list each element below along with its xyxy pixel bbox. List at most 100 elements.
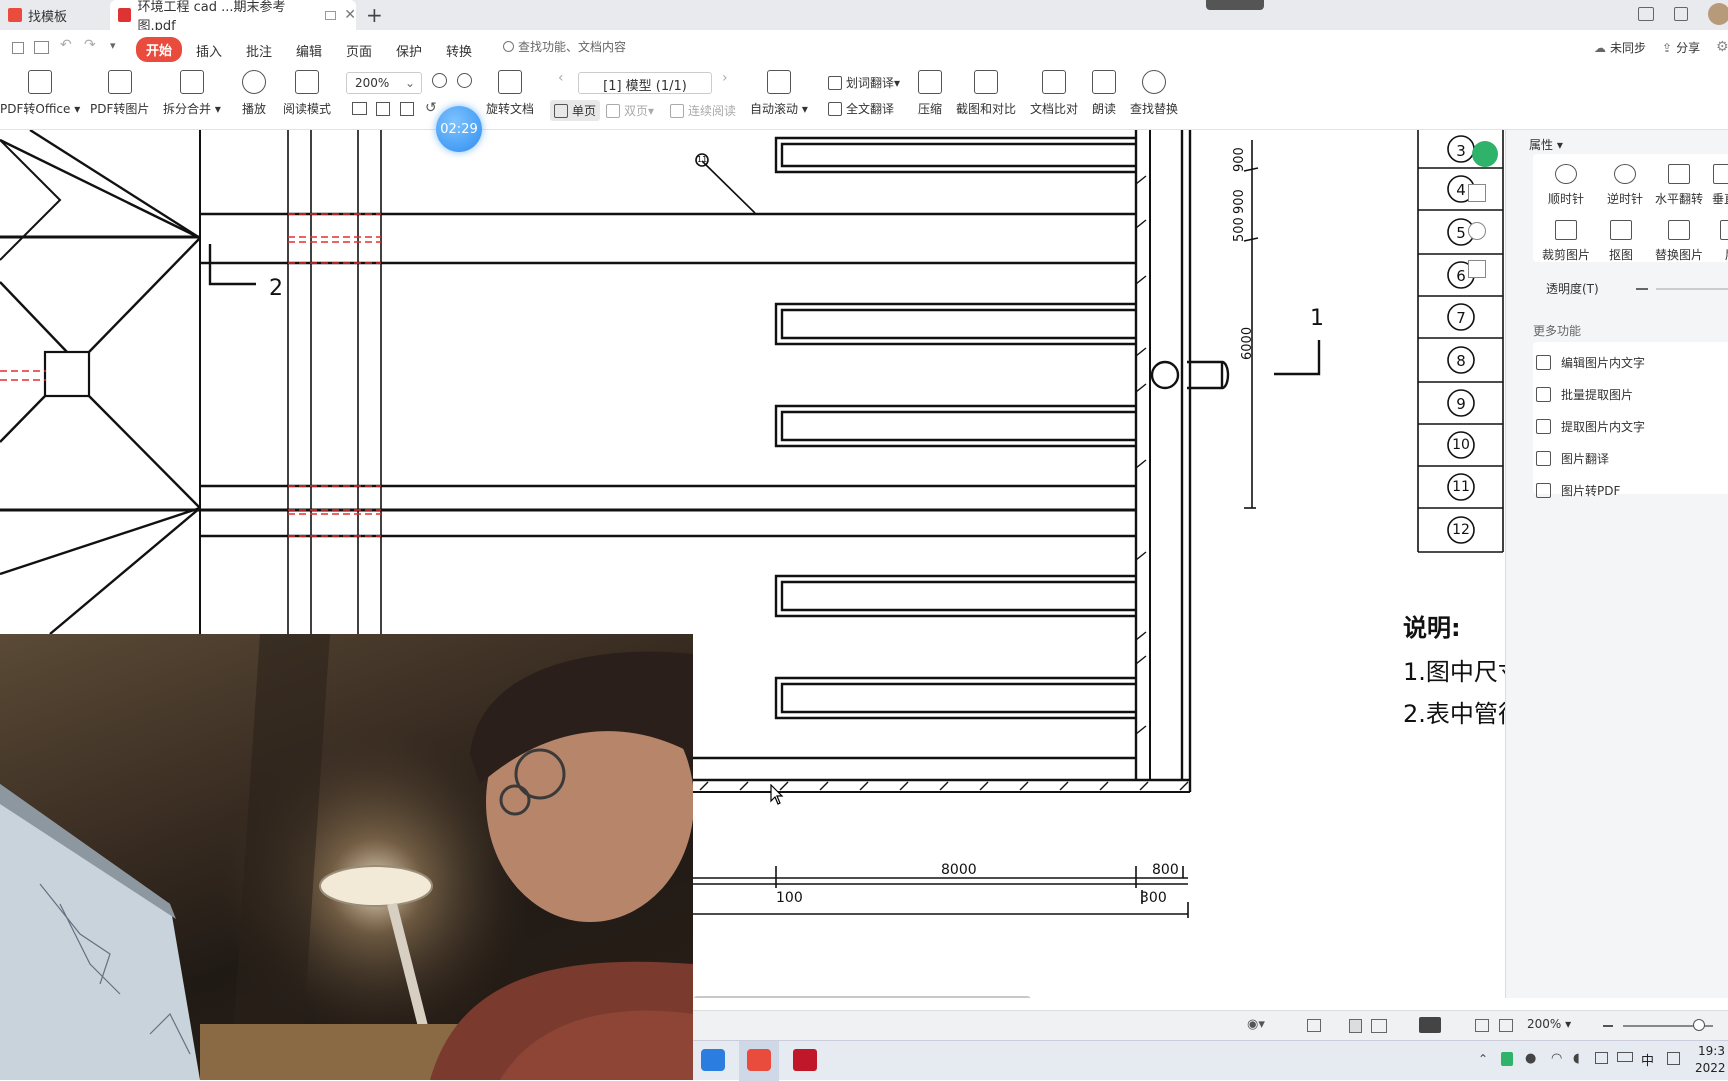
doc-compare-button[interactable]: 文档比对 xyxy=(1030,70,1078,117)
grid-icon[interactable] xyxy=(1674,7,1688,21)
avatar[interactable] xyxy=(1708,3,1728,25)
play-icon[interactable] xyxy=(1419,1017,1441,1033)
menu-annotate[interactable]: 批注 xyxy=(246,41,272,60)
double-page-button[interactable]: 双页 ▾ xyxy=(606,102,654,119)
double-view-icon[interactable] xyxy=(1371,1019,1387,1033)
tray-keyboard-icon[interactable] xyxy=(1667,1052,1680,1065)
panel-title[interactable]: 属性 ▾ xyxy=(1529,136,1563,153)
app-icon-wps[interactable] xyxy=(747,1049,771,1071)
clock-time[interactable]: 19:3 xyxy=(1698,1044,1725,1058)
tray-mic-icon[interactable]: ● xyxy=(1525,1051,1536,1066)
sync-status[interactable]: ☁ 未同步 xyxy=(1594,39,1646,56)
read-aloud-button[interactable]: 朗读 xyxy=(1092,70,1116,117)
menu-insert[interactable]: 插入 xyxy=(196,41,222,60)
auto-scroll-button[interactable]: 自动滚动 ▾ xyxy=(750,70,808,117)
rotate-clockwise-button[interactable]: 顺时针 xyxy=(1548,164,1584,207)
menu-start[interactable]: 开始 xyxy=(136,37,183,62)
word-translate-button[interactable]: 划词翻译 ▾ xyxy=(828,74,900,91)
undo-icon[interactable]: ↶ xyxy=(60,37,72,53)
new-tab-icon[interactable]: + xyxy=(366,3,383,27)
cutout-button[interactable]: 抠图 xyxy=(1609,220,1633,263)
fit-width-icon[interactable] xyxy=(400,102,414,116)
status-bar: ◉▾ 200% ▾ xyxy=(693,1010,1728,1040)
layer-button[interactable]: 层 xyxy=(1720,220,1728,263)
crop-image-button[interactable]: 裁剪图片 xyxy=(1542,220,1590,263)
actual-size-icon[interactable] xyxy=(1475,1019,1489,1032)
zoom-out-icon[interactable] xyxy=(1603,1025,1613,1027)
menu-edit[interactable]: 编辑 xyxy=(296,41,322,60)
find-replace-button[interactable]: 查找替换 xyxy=(1130,70,1178,117)
search-box[interactable]: 查找功能、文档内容 xyxy=(503,38,626,55)
redo-icon[interactable]: ↷ xyxy=(84,37,96,53)
clock-date[interactable]: 2022 xyxy=(1695,1061,1726,1075)
actual-size-icon[interactable] xyxy=(352,102,367,115)
layout-icon[interactable] xyxy=(1638,7,1654,21)
auto-scroll-icon xyxy=(766,70,791,94)
tray-battery-icon[interactable] xyxy=(1617,1052,1633,1062)
image-tool-icon[interactable] xyxy=(1468,184,1486,202)
input-method-indicator[interactable]: 中 xyxy=(1641,1050,1654,1069)
single-page-button[interactable]: 单页 xyxy=(550,100,601,121)
zoom-out-icon[interactable] xyxy=(432,73,447,88)
rotate-counterclockwise-button[interactable]: 逆时针 xyxy=(1607,164,1643,207)
image-to-pdf-item[interactable]: 图片转PDF xyxy=(1536,482,1620,499)
close-tab-icon[interactable]: ✕ xyxy=(344,7,356,23)
pdf-to-office-button[interactable]: PDF转Office ▾ xyxy=(0,70,80,117)
menu-page[interactable]: 页面 xyxy=(346,41,372,60)
flip-horizontal-button[interactable]: 水平翻转 xyxy=(1655,164,1703,207)
save-icon[interactable] xyxy=(12,42,24,54)
screenshot-compare-button[interactable]: 截图和对比 xyxy=(956,70,1016,117)
page-selector[interactable]: [1] 模型 (1/1) xyxy=(578,72,712,94)
next-page-icon[interactable]: › xyxy=(722,70,728,86)
menu-convert[interactable]: 转换 xyxy=(446,41,472,60)
fit-page-icon[interactable] xyxy=(376,102,390,116)
print-icon[interactable] xyxy=(34,41,49,54)
tab-template[interactable]: 找模板 xyxy=(0,0,106,30)
continuous-read-button[interactable]: 连续阅读 xyxy=(670,102,736,119)
split-merge-button[interactable]: 拆分合并 ▾ xyxy=(163,70,221,117)
single-view-icon[interactable] xyxy=(1349,1019,1362,1033)
replace-image-button[interactable]: 替换图片 xyxy=(1655,220,1703,263)
tab-pdf-document[interactable]: 环境工程 cad ...期末参考图.pdf ✕ xyxy=(110,0,356,34)
zoom-level[interactable]: 200% ▾ xyxy=(1527,1017,1571,1031)
continuous-icon xyxy=(670,103,684,118)
tray-wifi-icon[interactable]: ◠ xyxy=(1551,1051,1562,1066)
app-icon-autocad[interactable] xyxy=(793,1049,817,1071)
zoom-in-icon[interactable] xyxy=(457,73,472,88)
zoom-slider-thumb[interactable] xyxy=(1693,1019,1705,1031)
table-tool-icon[interactable] xyxy=(1472,141,1498,167)
pdf-to-image-button[interactable]: PDF转图片 xyxy=(90,70,149,117)
tray-display-icon[interactable] xyxy=(1595,1052,1608,1064)
play-button[interactable]: 播放 xyxy=(242,70,266,117)
rotate-left-icon[interactable]: ↺ xyxy=(425,100,437,116)
recording-timer[interactable]: 02:29 xyxy=(436,106,482,152)
horizontal-scrollbar[interactable] xyxy=(693,996,1031,998)
prev-page-icon[interactable]: ‹ xyxy=(558,70,564,86)
batch-extract-item[interactable]: 批量提取图片 xyxy=(1536,386,1633,403)
tray-chevron-icon[interactable]: ⌃ xyxy=(1478,1052,1488,1066)
read-mode-button[interactable]: 阅读模式 xyxy=(283,70,331,117)
flip-vertical-button[interactable]: 垂直 xyxy=(1712,164,1728,207)
zoom-tool-icon[interactable] xyxy=(1468,222,1486,240)
tray-volume-icon[interactable]: ◖ xyxy=(1573,1051,1580,1066)
full-translate-button[interactable]: 全文翻译 xyxy=(828,100,894,117)
app-icon-lanxin[interactable] xyxy=(701,1049,725,1071)
fit-page-icon[interactable] xyxy=(1499,1019,1513,1032)
print-tool-icon[interactable] xyxy=(1468,260,1486,278)
zoom-select[interactable]: 200% ⌄ xyxy=(346,72,422,94)
opacity-slider[interactable] xyxy=(1656,288,1728,290)
extract-text-item[interactable]: 提取图片内文字 xyxy=(1536,418,1645,435)
continuous-view-icon[interactable] xyxy=(1307,1019,1321,1032)
menu-protect[interactable]: 保护 xyxy=(396,41,422,60)
opacity-minus[interactable] xyxy=(1636,288,1648,290)
rotate-document-button[interactable]: 旋转文档 xyxy=(486,70,534,117)
share-button[interactable]: ⇪ 分享 xyxy=(1662,39,1700,56)
compress-button[interactable]: 压缩 xyxy=(918,70,942,117)
eye-icon[interactable]: ◉▾ xyxy=(1247,1017,1265,1032)
edit-image-text-item[interactable]: 编辑图片内文字 xyxy=(1536,354,1645,371)
window-icon[interactable] xyxy=(324,10,337,20)
chevron-down-icon[interactable]: ▾ xyxy=(110,39,116,52)
image-translate-item[interactable]: 图片翻译 xyxy=(1536,450,1609,467)
settings-icon[interactable]: ⚙ xyxy=(1716,39,1728,55)
tray-shield-icon[interactable] xyxy=(1501,1052,1513,1066)
